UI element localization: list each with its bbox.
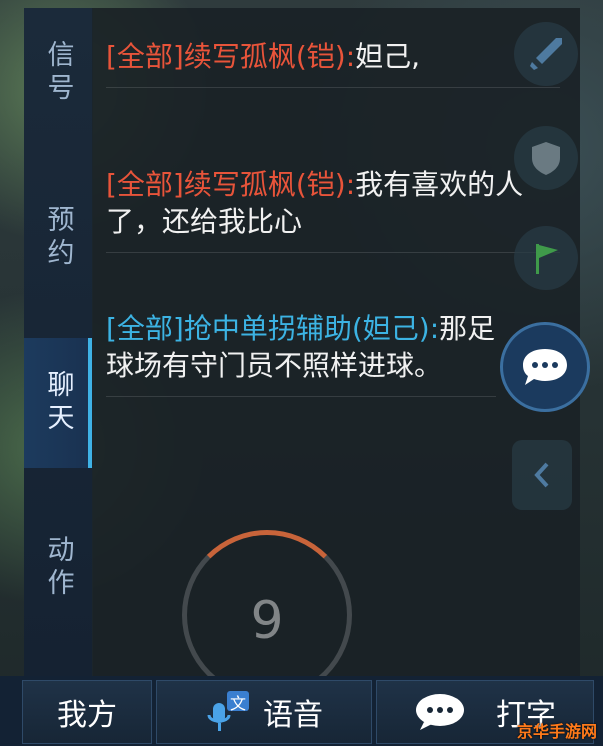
flag-icon[interactable] (514, 226, 578, 290)
tab-reserve-label: 预约 (42, 205, 74, 271)
team-channel-label: 我方 (57, 698, 117, 733)
chat-message: [全部]抢中单拐辅助(妲己):那足球场有守门员不照样进球。 (106, 310, 496, 397)
message-sender: [全部]抢中单拐辅助(妲己): (106, 312, 440, 345)
tab-chat-label: 聊天 (42, 370, 74, 436)
shield-icon[interactable] (514, 126, 578, 190)
chat-tab-rail: 信号 预约 聊天 动作 (24, 8, 93, 676)
tab-chat[interactable]: 聊天 (24, 338, 92, 468)
chat-bubble-icon[interactable] (500, 322, 590, 412)
tab-action[interactable]: 动作 (24, 503, 92, 633)
tab-reserve[interactable]: 预约 (24, 173, 92, 303)
team-channel-button[interactable]: 我方 (22, 680, 152, 744)
countdown-number: 9 (250, 591, 284, 651)
chat-bottom-bar: 我方 文 语音 打字 (0, 676, 603, 746)
chat-message: [全部]续写孤枫(铠):妲己, (106, 38, 560, 88)
voice-badge: 文 (230, 694, 247, 713)
tab-signal-label: 信号 (42, 40, 74, 106)
microphone-icon: 文 (205, 689, 251, 735)
sword-icon[interactable] (514, 22, 578, 86)
message-sender: [全部]续写孤枫(铠): (106, 40, 356, 73)
message-sender: [全部]续写孤枫(铠): (106, 168, 356, 201)
tab-action-label: 动作 (42, 535, 74, 601)
tab-signal[interactable]: 信号 (24, 8, 92, 138)
voice-button[interactable]: 文 语音 (156, 680, 372, 744)
message-text: 妲己, (355, 40, 421, 73)
chat-message: [全部]续写孤枫(铠):我有喜欢的人了，还给我比心 (106, 166, 560, 253)
revive-countdown: 9 (182, 530, 352, 700)
chevron-left-icon[interactable] (512, 440, 572, 510)
chat-bubble-icon (414, 692, 466, 732)
voice-label: 语音 (263, 698, 323, 733)
watermark-text: 京华手游网 (516, 722, 597, 741)
